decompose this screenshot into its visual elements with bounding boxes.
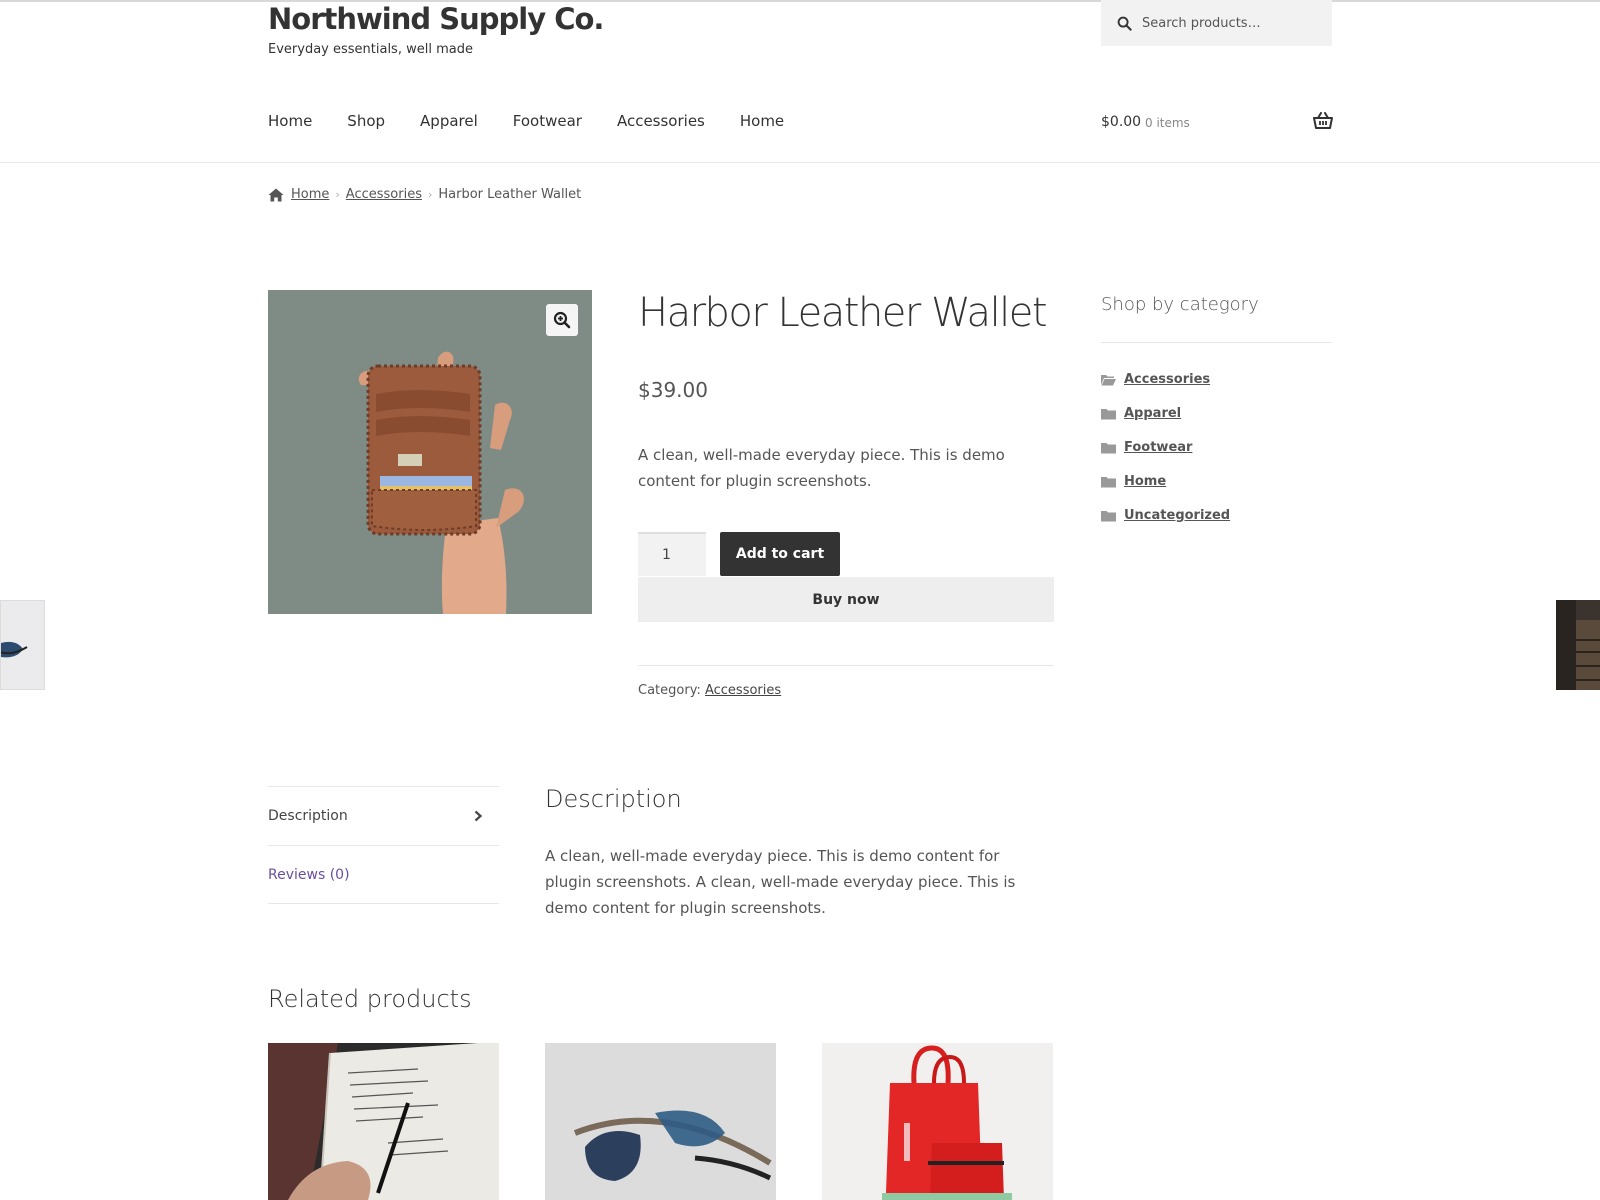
breadcrumb: Home › Accessories › Harbor Leather Wall… [268,187,581,202]
folder-open-icon [1101,374,1116,385]
related-products-heading: Related products [268,985,472,1013]
breadcrumb-separator-icon: › [427,188,433,201]
category-link-accessories[interactable]: Accessories [1124,372,1210,387]
nav-item-shop[interactable]: Shop [347,112,385,130]
notebook-photo [268,1043,499,1200]
nav-item-home[interactable]: Home [268,112,312,130]
nav-item-home-category[interactable]: Home [740,112,784,130]
product-tabs: Description Reviews (0) [268,786,499,904]
category-item: Home [1101,464,1230,498]
widget-title: Shop by category [1101,294,1259,315]
tab-description[interactable]: Description [268,786,499,845]
category-list: Accessories Apparel Footwear Home Uncate… [1101,362,1230,532]
description-body: A clean, well-made everyday piece. This … [545,847,1016,917]
product-image[interactable] [268,290,592,614]
category-item: Accessories [1101,362,1230,396]
folder-icon [1101,442,1116,453]
wallet-photo [268,290,592,614]
related-product-notebook[interactable] [268,1043,499,1200]
widget-divider [1101,342,1332,343]
category-item: Footwear [1101,430,1230,464]
product-meta: Category: Accessories [638,683,781,698]
sunglasses-photo [545,1043,776,1200]
search-box[interactable] [1101,0,1332,46]
tab-reviews-label: Reviews (0) [268,866,350,883]
nav-item-apparel[interactable]: Apparel [420,112,478,130]
breadcrumb-home-link[interactable]: Home [291,187,329,202]
category-link-footwear[interactable]: Footwear [1124,440,1192,455]
quantity-input[interactable]: 1 [638,532,706,576]
related-product-sunglasses[interactable] [545,1043,776,1200]
product-short-description: A clean, well-made everyday piece. This … [638,446,1005,490]
red-bag-photo [822,1043,1053,1200]
folder-icon [1101,510,1116,521]
tab-reviews[interactable]: Reviews (0) [268,845,499,904]
category-link-uncategorized[interactable]: Uncategorized [1124,508,1230,523]
basket-icon[interactable] [1313,112,1333,130]
breadcrumb-current: Harbor Leather Wallet [438,187,582,202]
top-border [0,0,1600,2]
category-link-apparel[interactable]: Apparel [1124,406,1181,421]
previous-product-thumbnail[interactable] [0,600,45,690]
product-price: $39.00 [638,378,708,402]
meta-divider [638,665,1054,666]
chevron-right-icon [474,810,483,822]
home-icon [268,188,284,201]
category-item: Uncategorized [1101,498,1230,532]
sunglasses-thumb [1,601,44,689]
nav-item-accessories[interactable]: Accessories [617,112,705,130]
product-category-link[interactable]: Accessories [705,683,781,698]
folder-icon [1101,408,1116,419]
search-icon [1117,16,1132,31]
add-to-cart-button[interactable]: Add to cart [720,532,840,576]
related-product-red-bag[interactable] [822,1043,1053,1200]
breadcrumb-separator-icon: › [335,188,340,201]
category-label: Category: [638,683,701,698]
search-input[interactable] [1142,15,1322,31]
site-title[interactable]: Northwind Supply Co. [268,2,604,36]
zoom-button[interactable] [546,304,578,336]
tab-description-label: Description [268,808,348,824]
category-link-home[interactable]: Home [1124,474,1166,489]
product-title: Harbor Leather Wallet [638,290,1048,336]
boardwalk-thumb [1556,600,1600,690]
header-divider [0,162,1600,163]
zoom-in-icon [553,311,571,329]
nav-item-footwear[interactable]: Footwear [513,112,582,130]
primary-nav: Home Shop Apparel Footwear Accessories H… [268,112,784,130]
cart-total[interactable]: $0.00 [1101,114,1141,130]
description-heading: Description [545,785,682,813]
next-product-thumbnail[interactable] [1556,600,1600,690]
folder-icon [1101,476,1116,487]
breadcrumb-category-link[interactable]: Accessories [346,187,422,202]
cart-count[interactable]: 0 items [1145,116,1190,130]
buy-now-button[interactable]: Buy now [638,577,1054,622]
site-tagline: Everyday essentials, well made [268,42,473,57]
category-item: Apparel [1101,396,1230,430]
